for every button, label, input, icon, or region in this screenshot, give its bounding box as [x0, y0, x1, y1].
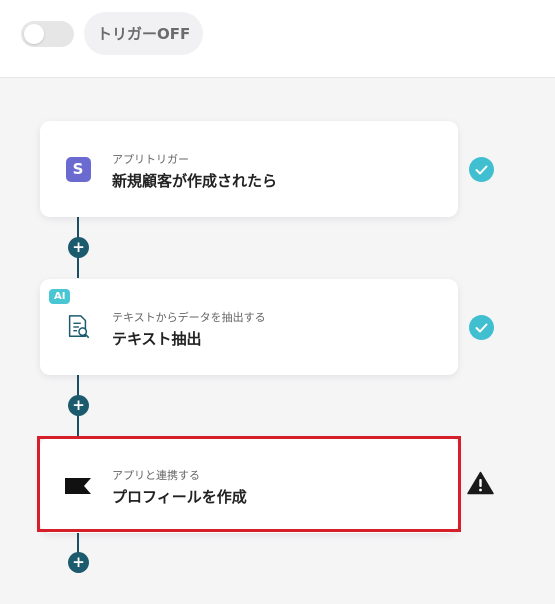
- step-card-text-extract[interactable]: AI テキストからデータを抽出する テキスト抽出: [40, 279, 458, 375]
- check-icon: [469, 315, 494, 340]
- ai-badge: AI: [49, 289, 71, 304]
- add-step-button[interactable]: +: [68, 552, 89, 573]
- step-title: プロフィールを作成: [112, 488, 247, 506]
- step-card-create-profile[interactable]: アプリと連携する プロフィールを作成: [40, 437, 458, 533]
- add-step-button[interactable]: +: [68, 395, 89, 416]
- warning-icon: [467, 471, 494, 495]
- black-flag-icon: [64, 476, 92, 496]
- step-card-trigger[interactable]: S アプリトリガー 新規顧客が作成されたら: [40, 121, 458, 217]
- step-title: テキスト抽出: [112, 330, 202, 348]
- top-bar: トリガーOFF: [0, 0, 555, 78]
- check-icon: [469, 157, 494, 182]
- document-search-icon: [65, 314, 91, 340]
- step-subtitle: アプリと連携する: [112, 469, 200, 482]
- step-title: 新規顧客が作成されたら: [112, 172, 278, 190]
- trigger-toggle[interactable]: [21, 21, 74, 47]
- step-subtitle: テキストからデータを抽出する: [112, 311, 266, 324]
- trigger-status-label: トリガーOFF: [84, 12, 204, 55]
- step-subtitle: アプリトリガー: [112, 153, 189, 166]
- stripe-s-icon: S: [65, 156, 91, 182]
- add-step-button[interactable]: +: [68, 237, 89, 258]
- toggle-knob: [24, 24, 44, 44]
